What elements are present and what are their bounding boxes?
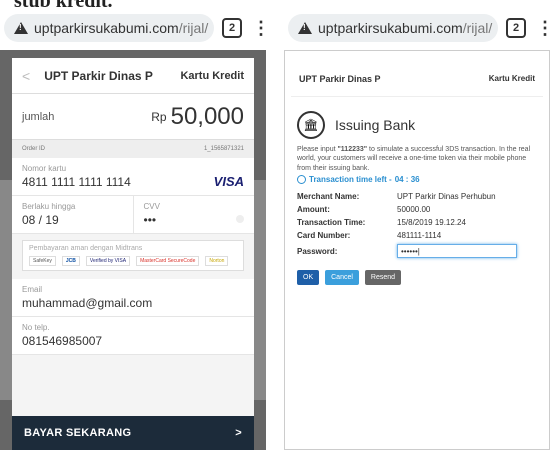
ok-button[interactable]: OK	[297, 270, 320, 286]
bank-icon: 🏛	[297, 111, 325, 139]
cvv-field[interactable]: CVV •••	[133, 196, 254, 234]
issuing-bank-title: Issuing Bank	[335, 117, 416, 133]
issuing-bank-header: 🏛 Issuing Bank	[297, 111, 537, 139]
warning-icon	[14, 22, 28, 34]
visa-logo: VISA	[213, 174, 244, 189]
norton-logo: Norton	[205, 256, 229, 266]
info-key: Amount:	[297, 205, 330, 215]
right-page: UPT Parkir Dinas P Kartu Kredit 🏛 Issuin…	[284, 50, 550, 450]
mastercard-securecode-logo: MasterCard SecureCode	[136, 256, 200, 266]
overlay-shade-right	[254, 180, 266, 400]
security-logos: SafeKey JCB Verified by VISA MasterCard …	[29, 256, 237, 266]
resend-button[interactable]: Resend	[364, 270, 402, 286]
info-row: Card Number: 481111-1114	[297, 229, 517, 242]
amount-row: jumlah Rp 50,000	[12, 94, 254, 140]
info-value: 15/8/2019 19.12.24	[397, 218, 466, 228]
pay-now-label: BAYAR SEKARANG	[24, 427, 132, 439]
order-label: Order ID	[22, 146, 46, 152]
timer-icon	[297, 175, 306, 185]
cvv-info-icon	[236, 215, 244, 223]
password-input[interactable]: ••••••|	[397, 244, 517, 259]
pay-now-button[interactable]: BAYAR SEKARANG >	[12, 416, 254, 450]
email-label: Email	[22, 285, 43, 294]
info-row: Merchant Name: UPT Parkir Dinas Perhubun	[297, 190, 517, 203]
card-number-field[interactable]: Nomor kartu 4811 1111 1111 1114 VISA	[12, 158, 254, 196]
info-key: Merchant Name:	[297, 192, 360, 202]
phone-value: 081546985007	[22, 334, 103, 348]
expiry-field[interactable]: Berlaku hingga 08 / 19	[12, 196, 134, 234]
password-label: Password:	[297, 246, 338, 256]
amount-label: jumlah	[22, 110, 55, 123]
back-chevron-icon[interactable]: <	[22, 68, 30, 84]
left-url-host: uptparkirsukabumi.com	[34, 20, 179, 36]
password-row: Password: ••••••|	[297, 242, 517, 260]
overlay-shade-left	[0, 180, 12, 400]
transaction-timer: Transaction time left - 04 : 36	[297, 175, 537, 185]
amount-value: 50,000	[170, 102, 244, 130]
left-page: < UPT Parkir Dinas P Kartu Kredit jumlah…	[0, 50, 266, 450]
transaction-info: Merchant Name: UPT Parkir Dinas Perhubun …	[297, 190, 517, 260]
info-row: Amount: 50000.00	[297, 203, 517, 216]
right-url-path: /rijal/	[462, 20, 493, 36]
order-row: Order ID 1_1565871321	[12, 140, 254, 158]
info-value: 481111-1114	[397, 231, 442, 241]
threeds-buttons: OK Cancel Resend	[297, 270, 537, 286]
tabs-count-button[interactable]: 2	[506, 18, 526, 38]
merchant-name: UPT Parkir Dinas P	[44, 68, 153, 83]
info-value: UPT Parkir Dinas Perhubun	[397, 192, 496, 202]
timer-label: Transaction time left -	[309, 175, 392, 185]
chevron-right-icon: >	[235, 427, 242, 439]
verified-by-visa-logo: Verified by VISA	[85, 256, 131, 266]
right-phone-screen: uptparkirsukabumi.com/rijal/ 2 ⋮ UPT Par…	[284, 10, 550, 450]
info-key: Transaction Time:	[297, 218, 366, 228]
left-phone-screen: uptparkirsukabumi.com/rijal/ 2 ⋮ < UPT P…	[0, 10, 270, 450]
cancel-button[interactable]: Cancel	[325, 270, 359, 286]
left-url-bar[interactable]: uptparkirsukabumi.com/rijal/	[4, 14, 214, 42]
threeds-payment-type: Kartu Kredit	[488, 74, 535, 83]
threeds-header: UPT Parkir Dinas P Kartu Kredit	[291, 61, 543, 97]
left-url-path: /rijal/	[178, 20, 209, 36]
timer-value: 04 : 36	[394, 175, 420, 185]
desc-before: Please input	[297, 146, 338, 153]
payment-header: < UPT Parkir Dinas P Kartu Kredit	[12, 58, 254, 94]
root: uptparkirsukabumi.com/rijal/ 2 ⋮ < UPT P…	[0, 0, 550, 450]
order-id: 1_1565871321	[203, 146, 244, 152]
payment-card: < UPT Parkir Dinas P Kartu Kredit jumlah…	[12, 58, 254, 450]
expiry-label: Berlaku hingga	[22, 202, 76, 211]
threeds-description: Please input "112233" to simulate a succ…	[297, 145, 537, 173]
phone-label: No telp.	[22, 323, 50, 332]
secure-payment-box: Pembayaran aman dengan Midtrans SafeKey …	[22, 240, 244, 271]
right-address-bar: uptparkirsukabumi.com/rijal/ 2 ⋮	[284, 10, 550, 46]
payment-type: Kartu Kredit	[180, 69, 244, 82]
info-value: 50000.00	[397, 205, 431, 215]
menu-dots-icon[interactable]: ⋮	[536, 18, 550, 39]
jcb-logo: JCB	[61, 256, 80, 266]
info-key: Card Number:	[297, 231, 351, 241]
page-caption: stub kredit.	[14, 0, 113, 12]
secure-text: Pembayaran aman dengan Midtrans	[29, 245, 143, 252]
menu-dots-icon[interactable]: ⋮	[252, 18, 270, 39]
card-number-label: Nomor kartu	[22, 164, 67, 173]
threeds-merchant: UPT Parkir Dinas P	[299, 73, 381, 84]
tabs-count-button[interactable]: 2	[222, 18, 242, 38]
safekey-logo: SafeKey	[29, 256, 56, 266]
warning-icon	[298, 22, 312, 34]
email-field[interactable]: Email muhammad@gmail.com	[12, 279, 254, 317]
contact-section: Email muhammad@gmail.com No telp. 081546…	[12, 279, 254, 355]
right-url-host: uptparkirsukabumi.com	[318, 20, 463, 36]
right-url-bar[interactable]: uptparkirsukabumi.com/rijal/	[288, 14, 498, 42]
info-row: Transaction Time: 15/8/2019 19.12.24	[297, 216, 517, 229]
otp-code: "112233"	[337, 146, 368, 153]
left-address-bar: uptparkirsukabumi.com/rijal/ 2 ⋮	[0, 10, 270, 46]
currency: Rp	[151, 109, 167, 124]
cvv-label: CVV	[143, 202, 160, 211]
card-number-value: 4811 1111 1111 1114	[22, 175, 131, 189]
expiry-cvv-row: Berlaku hingga 08 / 19 CVV •••	[12, 196, 254, 234]
phone-field[interactable]: No telp. 081546985007	[12, 317, 254, 355]
cvv-value: •••	[143, 213, 157, 227]
email-value: muhammad@gmail.com	[22, 296, 153, 310]
expiry-value: 08 / 19	[22, 213, 59, 227]
